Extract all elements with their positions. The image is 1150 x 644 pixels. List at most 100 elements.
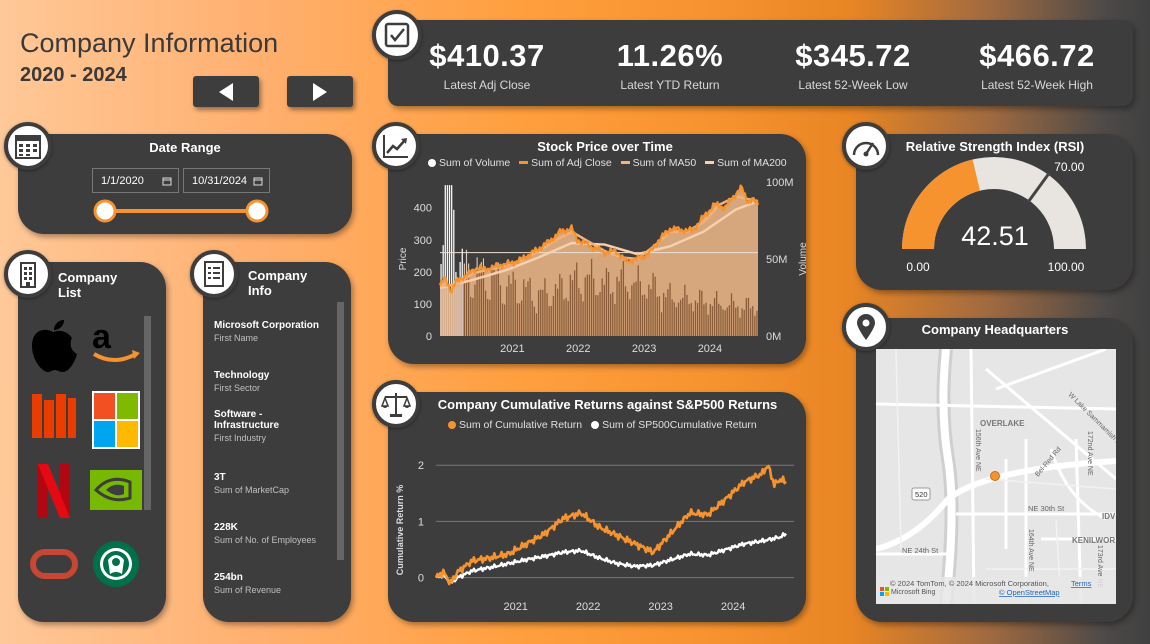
company-list-scrollbar[interactable] [144, 316, 151, 510]
page-subtitle: 2020 - 2024 [20, 64, 127, 86]
company-info-badge [190, 250, 238, 298]
y2-tick-label: 0M [766, 331, 781, 343]
start-date-input[interactable]: 1/1/2020 [92, 168, 179, 193]
x-tick-label: 2022 [576, 601, 600, 613]
date-range-slider[interactable] [90, 198, 274, 224]
office-logo[interactable] [30, 392, 78, 440]
x-tick-label: 2021 [503, 601, 527, 613]
map-pin-icon [857, 314, 875, 340]
map-label-hwy520: 520 [915, 490, 928, 499]
rsi-target-label: 70.00 [1054, 160, 1084, 174]
info-revenue: 254bn Sum of Revenue [214, 572, 334, 595]
company-list-title: Company List [58, 270, 118, 300]
map-osm-link[interactable]: © OpenStreetMap [999, 588, 1060, 597]
previous-page-button[interactable] [193, 76, 259, 107]
kpi-latest-adj-close: $410.37 Latest Adj Close [402, 38, 572, 92]
y-tick-label: 200 [414, 267, 432, 279]
date-range-badge [4, 122, 52, 170]
info-value: 228K [214, 522, 238, 533]
rsi-min-label: 0.00 [906, 260, 930, 274]
x-tick-label: 2022 [566, 343, 590, 355]
info-sector: Technology First Sector [214, 370, 334, 393]
y-tick-label: 100 [414, 299, 432, 311]
map-copyright: © 2024 TomTom, © 2024 Microsoft Corporat… [890, 579, 1049, 588]
info-label: Sum of MarketCap [214, 485, 290, 495]
page-title: Company Information [20, 28, 279, 58]
netflix-logo[interactable] [36, 462, 72, 520]
svg-text:a: a [92, 322, 112, 356]
slider-start-handle[interactable] [93, 199, 117, 223]
amazon-logo[interactable]: a [90, 322, 142, 366]
nvidia-logo[interactable] [90, 470, 142, 510]
calendar-small-icon [253, 177, 263, 185]
next-page-button[interactable] [287, 76, 353, 107]
kpi-value: $466.72 [979, 38, 1095, 73]
headquarters-title: Company Headquarters [921, 322, 1069, 337]
calendar-small-icon [162, 177, 172, 185]
info-industry: Software - Infrastructure First Industry [214, 409, 334, 443]
map-label-overlake: OVERLAKE [980, 419, 1025, 428]
info-value: Technology [214, 370, 270, 381]
kpi-label: Latest Adj Close [443, 78, 531, 92]
x-tick-label: 2021 [500, 343, 524, 355]
y2-axis-label: Volume [798, 242, 806, 276]
y-tick-label: 0 [426, 331, 432, 343]
info-company-name: Microsoft Corporation First Name [214, 320, 334, 343]
slider-end-handle[interactable] [245, 199, 269, 223]
kpi-value: $345.72 [795, 38, 911, 73]
y2-tick-label: 100M [766, 177, 794, 189]
rsi-value: 42.51 [961, 221, 1029, 251]
x-tick-label: 2023 [632, 343, 656, 355]
info-label: Sum of Revenue [214, 585, 282, 595]
x-tick-label: 2023 [648, 601, 672, 613]
map-terms-link[interactable]: Terms [1071, 579, 1092, 588]
info-label: First Name [214, 333, 259, 343]
map-label-164th: 164th Ave NE [1027, 529, 1034, 572]
kpi-52-week-high: $466.72 Latest 52-Week High [952, 38, 1122, 92]
x-tick-label: 2024 [698, 343, 722, 355]
end-date-value: 10/31/2024 [192, 174, 248, 187]
info-value: 3T [214, 472, 226, 483]
kpi-label: Latest 52-Week High [981, 78, 1093, 92]
apple-logo[interactable] [28, 318, 78, 374]
date-range-title: Date Range [149, 140, 221, 155]
y-tick-label: 400 [414, 203, 432, 215]
y-tick-label: 300 [414, 235, 432, 247]
kpi-label: Latest YTD Return [620, 78, 720, 92]
y-tick-label: 2 [418, 460, 424, 472]
kpi-ytd-return: 11.26% Latest YTD Return [585, 38, 755, 92]
stock-price-chart: 0 100 200 300 400 0M 50M 100M 2021 2022 2023 2024 Pr… [398, 177, 806, 355]
map-label-kenilworth: KENILWOR [1072, 536, 1115, 545]
kpi-value: $410.37 [429, 38, 545, 73]
rsi-gauge: 42.51 0.00 100.00 70.00 [902, 157, 1086, 274]
headquarters-map[interactable]: OVERLAKE NE 24th St NE 30th St KENILWOR … [876, 349, 1116, 604]
end-date-input[interactable]: 10/31/2024 [183, 168, 270, 193]
company-info-title: Company Info [248, 268, 308, 298]
info-value: Software - Infrastructure [214, 409, 280, 431]
y-axis-label: Cumulative Return % [395, 485, 405, 576]
calendar-icon [15, 135, 41, 159]
oracle-logo[interactable] [30, 548, 78, 580]
arrow-left-icon [219, 82, 233, 101]
map-label-ne24: NE 24th St [902, 546, 939, 555]
company-info-scrollbar[interactable] [337, 302, 344, 560]
info-market-cap: 3T Sum of MarketCap [214, 472, 334, 495]
y-tick-label: 1 [418, 516, 424, 528]
starbucks-logo[interactable] [92, 540, 140, 588]
rsi-max-label: 100.00 [1048, 260, 1085, 274]
map-label-156th: 156th Ave NE [974, 429, 981, 472]
arrow-right-icon [313, 82, 327, 101]
map-bing-label: Microsoft Bing [891, 589, 935, 596]
kpi-label: Latest 52-Week Low [798, 78, 908, 92]
info-value: Microsoft Corporation [214, 320, 319, 331]
info-employees: 228K Sum of No. of Employees [214, 522, 334, 545]
map-label-ne30: NE 30th St [1028, 504, 1065, 513]
microsoft-logo[interactable] [92, 391, 140, 449]
y2-tick-label: 50M [766, 254, 787, 266]
cumulative-returns-chart: 0 1 2 2021 2022 2023 2024 Cumulative Return % [395, 460, 794, 613]
info-value: 254bn [214, 572, 243, 583]
info-label: First Industry [214, 433, 267, 443]
document-list-icon [204, 261, 224, 287]
headquarters-marker[interactable] [990, 471, 1000, 481]
info-label: Sum of No. of Employees [214, 535, 317, 545]
